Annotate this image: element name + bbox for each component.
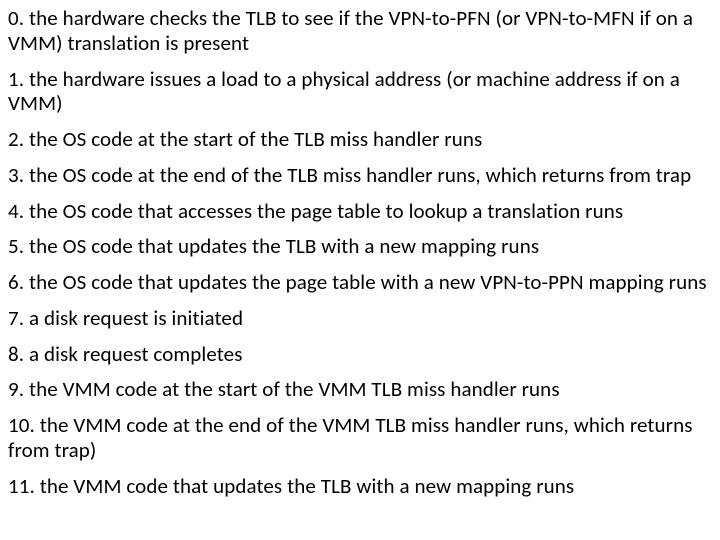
list-item: 11. the VMM code that updates the TLB wi… [8,474,710,499]
list-item: 8. a disk request completes [8,342,710,367]
list-item: 10. the VMM code at the end of the VMM T… [8,413,710,463]
list-item: 3. the OS code at the end of the TLB mis… [8,163,710,188]
list-item: 0. the hardware checks the TLB to see if… [8,6,710,56]
list-item: 5. the OS code that updates the TLB with… [8,234,710,259]
document-body: 0. the hardware checks the TLB to see if… [0,0,720,540]
list-item: 1. the hardware issues a load to a physi… [8,67,710,117]
list-item: 4. the OS code that accesses the page ta… [8,199,710,224]
list-item: 2. the OS code at the start of the TLB m… [8,127,710,152]
list-item: 7. a disk request is initiated [8,306,710,331]
list-item: 6. the OS code that updates the page tab… [8,270,710,295]
list-item: 9. the VMM code at the start of the VMM … [8,377,710,402]
